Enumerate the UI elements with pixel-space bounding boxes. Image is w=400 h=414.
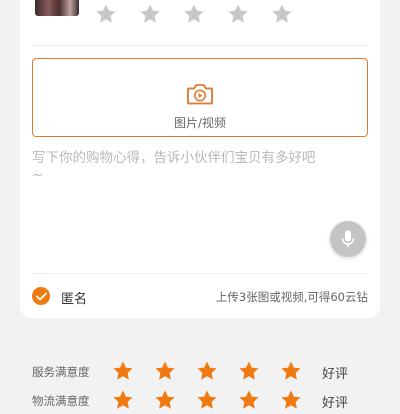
- service-rating-stars[interactable]: [111, 359, 303, 383]
- microphone-icon: [341, 230, 355, 247]
- check-icon: [35, 292, 47, 300]
- star-icon[interactable]: [237, 359, 261, 383]
- star-icon[interactable]: [237, 388, 261, 412]
- anonymous-checkbox[interactable]: [32, 287, 50, 305]
- divider: [32, 45, 368, 46]
- product-rating-stars[interactable]: [94, 2, 294, 26]
- rating-label: 服务满意度: [32, 365, 90, 379]
- rating-label: 物流满意度: [32, 394, 90, 408]
- review-textarea[interactable]: 写下你的购物心得，告诉小伙伴们宝贝有多好吧~: [32, 150, 322, 184]
- star-icon[interactable]: [111, 359, 135, 383]
- star-icon[interactable]: [111, 388, 135, 412]
- star-icon[interactable]: [138, 2, 162, 26]
- product-thumbnail: [35, 0, 79, 16]
- upload-media-button[interactable]: 图片/视频: [32, 58, 368, 137]
- camera-play-icon: [187, 84, 213, 105]
- star-icon[interactable]: [153, 388, 177, 412]
- logistics-rating-stars[interactable]: [111, 388, 303, 412]
- star-icon[interactable]: [195, 388, 219, 412]
- star-icon[interactable]: [195, 359, 219, 383]
- star-icon[interactable]: [279, 359, 303, 383]
- star-icon[interactable]: [182, 2, 206, 26]
- upload-label: 图片/视频: [173, 116, 227, 130]
- rating-verdict: 好评: [322, 367, 349, 382]
- star-icon[interactable]: [270, 2, 294, 26]
- logistics-rating-row: 物流满意度 好评: [32, 388, 372, 414]
- rating-verdict: 好评: [322, 396, 349, 411]
- reward-hint: 上传3张图或视频,可得60云钻: [215, 290, 368, 304]
- star-icon[interactable]: [226, 2, 250, 26]
- star-icon[interactable]: [153, 359, 177, 383]
- service-rating-row: 服务满意度 好评: [32, 359, 372, 385]
- voice-input-button[interactable]: [330, 221, 366, 257]
- star-icon[interactable]: [279, 388, 303, 412]
- anonymous-label: 匿名: [61, 292, 88, 307]
- divider: [32, 273, 368, 274]
- star-icon[interactable]: [94, 2, 118, 26]
